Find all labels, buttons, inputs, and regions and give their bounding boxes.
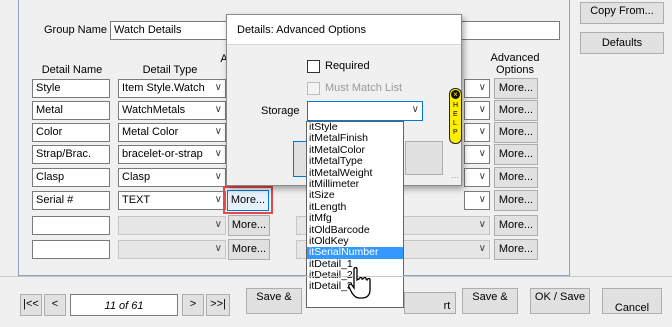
row-more-button[interactable]: More... bbox=[494, 239, 538, 260]
detail-name-field[interactable]: Clasp bbox=[32, 168, 110, 187]
detail-type-select[interactable]: bracelet-or-strap ∨ bbox=[118, 145, 226, 164]
row-more-button[interactable]: More... bbox=[494, 78, 538, 99]
detail-type-select[interactable]: Item Style.Watch ∨ bbox=[118, 79, 226, 98]
detail-type-header: Detail Type bbox=[142, 64, 198, 76]
dialog-title: Details: Advanced Options bbox=[237, 24, 367, 36]
chevron-down-icon: ∨ bbox=[214, 243, 222, 254]
detail-name-field[interactable]: Serial # bbox=[32, 191, 110, 210]
right-type-select[interactable]: ∨ bbox=[464, 168, 490, 187]
cancel-button[interactable]: Cancel bbox=[602, 288, 662, 314]
save-and-button-2[interactable]: Save & bbox=[462, 288, 518, 314]
chevron-down-icon: ∨ bbox=[214, 171, 222, 182]
advanced-options-line2: Options bbox=[496, 64, 534, 76]
detail-type-select[interactable]: ∨ bbox=[118, 240, 226, 259]
chevron-down-icon: ∨ bbox=[478, 194, 486, 205]
help-letter: H bbox=[453, 102, 459, 109]
must-match-label: Must Match List bbox=[325, 82, 403, 94]
group-name-input-extension bbox=[460, 21, 560, 40]
ok-save-button[interactable]: OK / Save bbox=[530, 288, 590, 314]
detail-type-select[interactable]: ∨ bbox=[118, 216, 226, 235]
must-match-checkbox[interactable] bbox=[307, 82, 320, 95]
save-and-button-1[interactable]: Save & bbox=[246, 288, 302, 314]
detail-name-header: Detail Name bbox=[41, 64, 103, 76]
detail-name-field[interactable] bbox=[32, 216, 110, 235]
detail-name-field[interactable]: Style bbox=[32, 79, 110, 98]
dialog-hidden-button-right[interactable] bbox=[405, 141, 443, 175]
right-type-select[interactable]: ∨ bbox=[464, 101, 490, 120]
chevron-down-icon: ∨ bbox=[478, 171, 486, 182]
chevron-down-icon: ∨ bbox=[478, 219, 486, 230]
partial-button-label: rt bbox=[443, 300, 451, 312]
right-type-select[interactable]: ∨ bbox=[464, 123, 490, 142]
chevron-down-icon: ∨ bbox=[214, 104, 222, 115]
row-more-button[interactable]: More... bbox=[494, 190, 538, 211]
detail-type-value: bracelet-or-strap bbox=[122, 148, 203, 160]
mouse-cursor-hand-icon bbox=[348, 266, 371, 299]
first-record-button[interactable]: |<< bbox=[20, 294, 42, 316]
help-letter: L bbox=[453, 120, 457, 127]
storage-select[interactable]: ∨ bbox=[307, 101, 423, 121]
chevron-down-icon: ∨ bbox=[478, 82, 486, 93]
chevron-down-icon: ∨ bbox=[214, 82, 222, 93]
record-position-field[interactable]: 11 of 61 bbox=[70, 294, 178, 316]
row-more-button[interactable]: More... bbox=[494, 122, 538, 143]
storage-label: Storage bbox=[261, 105, 300, 117]
detail-name-field[interactable]: Color bbox=[32, 123, 110, 142]
right-type-select[interactable]: ∨ bbox=[464, 191, 490, 210]
last-record-button[interactable]: >>| bbox=[206, 294, 230, 316]
detail-type-select[interactable]: WatchMetals ∨ bbox=[118, 101, 226, 120]
resize-grip-icon[interactable]: ⋯ bbox=[451, 173, 459, 182]
advanced-options-header: Advanced Options bbox=[480, 52, 550, 76]
group-name-label: Group Name bbox=[44, 24, 107, 36]
right-type-select[interactable]: ∨ bbox=[464, 79, 490, 98]
row-more-button[interactable]: More... bbox=[494, 167, 538, 188]
row-more-button[interactable]: More... bbox=[228, 239, 270, 260]
chevron-down-icon: ∨ bbox=[411, 104, 419, 115]
prev-record-button[interactable]: < bbox=[44, 294, 66, 316]
bottom-bar-divider bbox=[0, 276, 672, 277]
help-tab[interactable]: × H E L P bbox=[449, 88, 462, 144]
storage-option[interactable]: itMetalType bbox=[307, 155, 403, 167]
right-type-select[interactable]: ∨ bbox=[464, 145, 490, 164]
partial-button[interactable]: rt bbox=[404, 292, 456, 314]
detail-type-value: WatchMetals bbox=[122, 104, 186, 116]
chevron-down-icon: ∨ bbox=[214, 148, 222, 159]
chevron-down-icon: ∨ bbox=[478, 148, 486, 159]
detail-type-value: Metal Color bbox=[122, 126, 179, 138]
row-more-button[interactable]: More... bbox=[494, 215, 538, 236]
detail-name-field[interactable] bbox=[32, 240, 110, 259]
chevron-down-icon: ∨ bbox=[214, 219, 222, 230]
advanced-options-line1: Advanced bbox=[490, 52, 540, 64]
dialog-hidden-button-left[interactable] bbox=[293, 141, 307, 177]
row-more-button[interactable]: More... bbox=[494, 100, 538, 121]
chevron-down-icon: ∨ bbox=[478, 126, 486, 137]
detail-type-select[interactable]: Metal Color ∨ bbox=[118, 123, 226, 142]
serial-more-button[interactable]: More... bbox=[227, 190, 269, 211]
required-checkbox[interactable] bbox=[307, 60, 320, 73]
close-icon[interactable]: × bbox=[451, 90, 460, 99]
defaults-button[interactable]: Defaults bbox=[580, 32, 664, 54]
copy-from-button[interactable]: Copy From... bbox=[580, 2, 664, 24]
row-more-button[interactable]: More... bbox=[494, 144, 538, 165]
next-record-button[interactable]: > bbox=[182, 294, 204, 316]
detail-type-value: Item Style.Watch bbox=[122, 82, 205, 94]
detail-name-field[interactable]: Strap/Brac. bbox=[32, 145, 110, 164]
row-more-button[interactable]: More... bbox=[228, 215, 270, 236]
chevron-down-icon: ∨ bbox=[478, 243, 486, 254]
detail-type-value: TEXT bbox=[122, 194, 151, 206]
detail-type-value: Clasp bbox=[122, 171, 151, 183]
help-letter: E bbox=[453, 111, 458, 118]
storage-option[interactable]: itMfg bbox=[307, 212, 403, 224]
detail-type-select[interactable]: Clasp ∨ bbox=[118, 168, 226, 187]
dialog-title-bar: Details: Advanced Options bbox=[227, 15, 461, 45]
chevron-down-icon: ∨ bbox=[214, 194, 222, 205]
chevron-down-icon: ∨ bbox=[214, 126, 222, 137]
required-label: Required bbox=[325, 60, 370, 72]
storage-option[interactable]: itSerialNumber bbox=[307, 247, 403, 259]
help-letter: P bbox=[453, 129, 458, 136]
chevron-down-icon: ∨ bbox=[478, 104, 486, 115]
detail-name-field[interactable]: Metal bbox=[32, 101, 110, 120]
detail-type-select[interactable]: TEXT ∨ bbox=[118, 191, 226, 210]
